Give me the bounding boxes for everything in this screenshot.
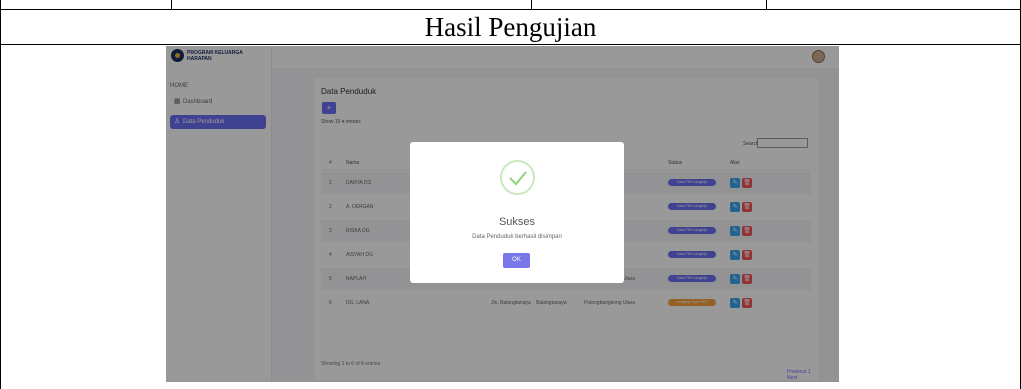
caption-text: Hasil Pengujian: [424, 12, 597, 42]
caption-cell: Hasil Pengujian: [0, 10, 1021, 45]
document-table: Hasil Pengujian PROGRAM KELUARGA HARAPAN…: [0, 0, 1021, 389]
success-dialog: Sukses Data Penduduk berhasil disimpan O…: [410, 142, 624, 283]
table-top-row: [0, 0, 1021, 10]
dialog-title: Sukses: [498, 216, 536, 228]
check-icon: [500, 160, 535, 195]
ok-button[interactable]: OK: [503, 253, 530, 268]
dialog-message: Data Penduduk berhasil disimpan: [472, 234, 562, 240]
app-screenshot: PROGRAM KELUARGA HARAPAN HOME ▦ Dashboard…: [166, 46, 839, 382]
